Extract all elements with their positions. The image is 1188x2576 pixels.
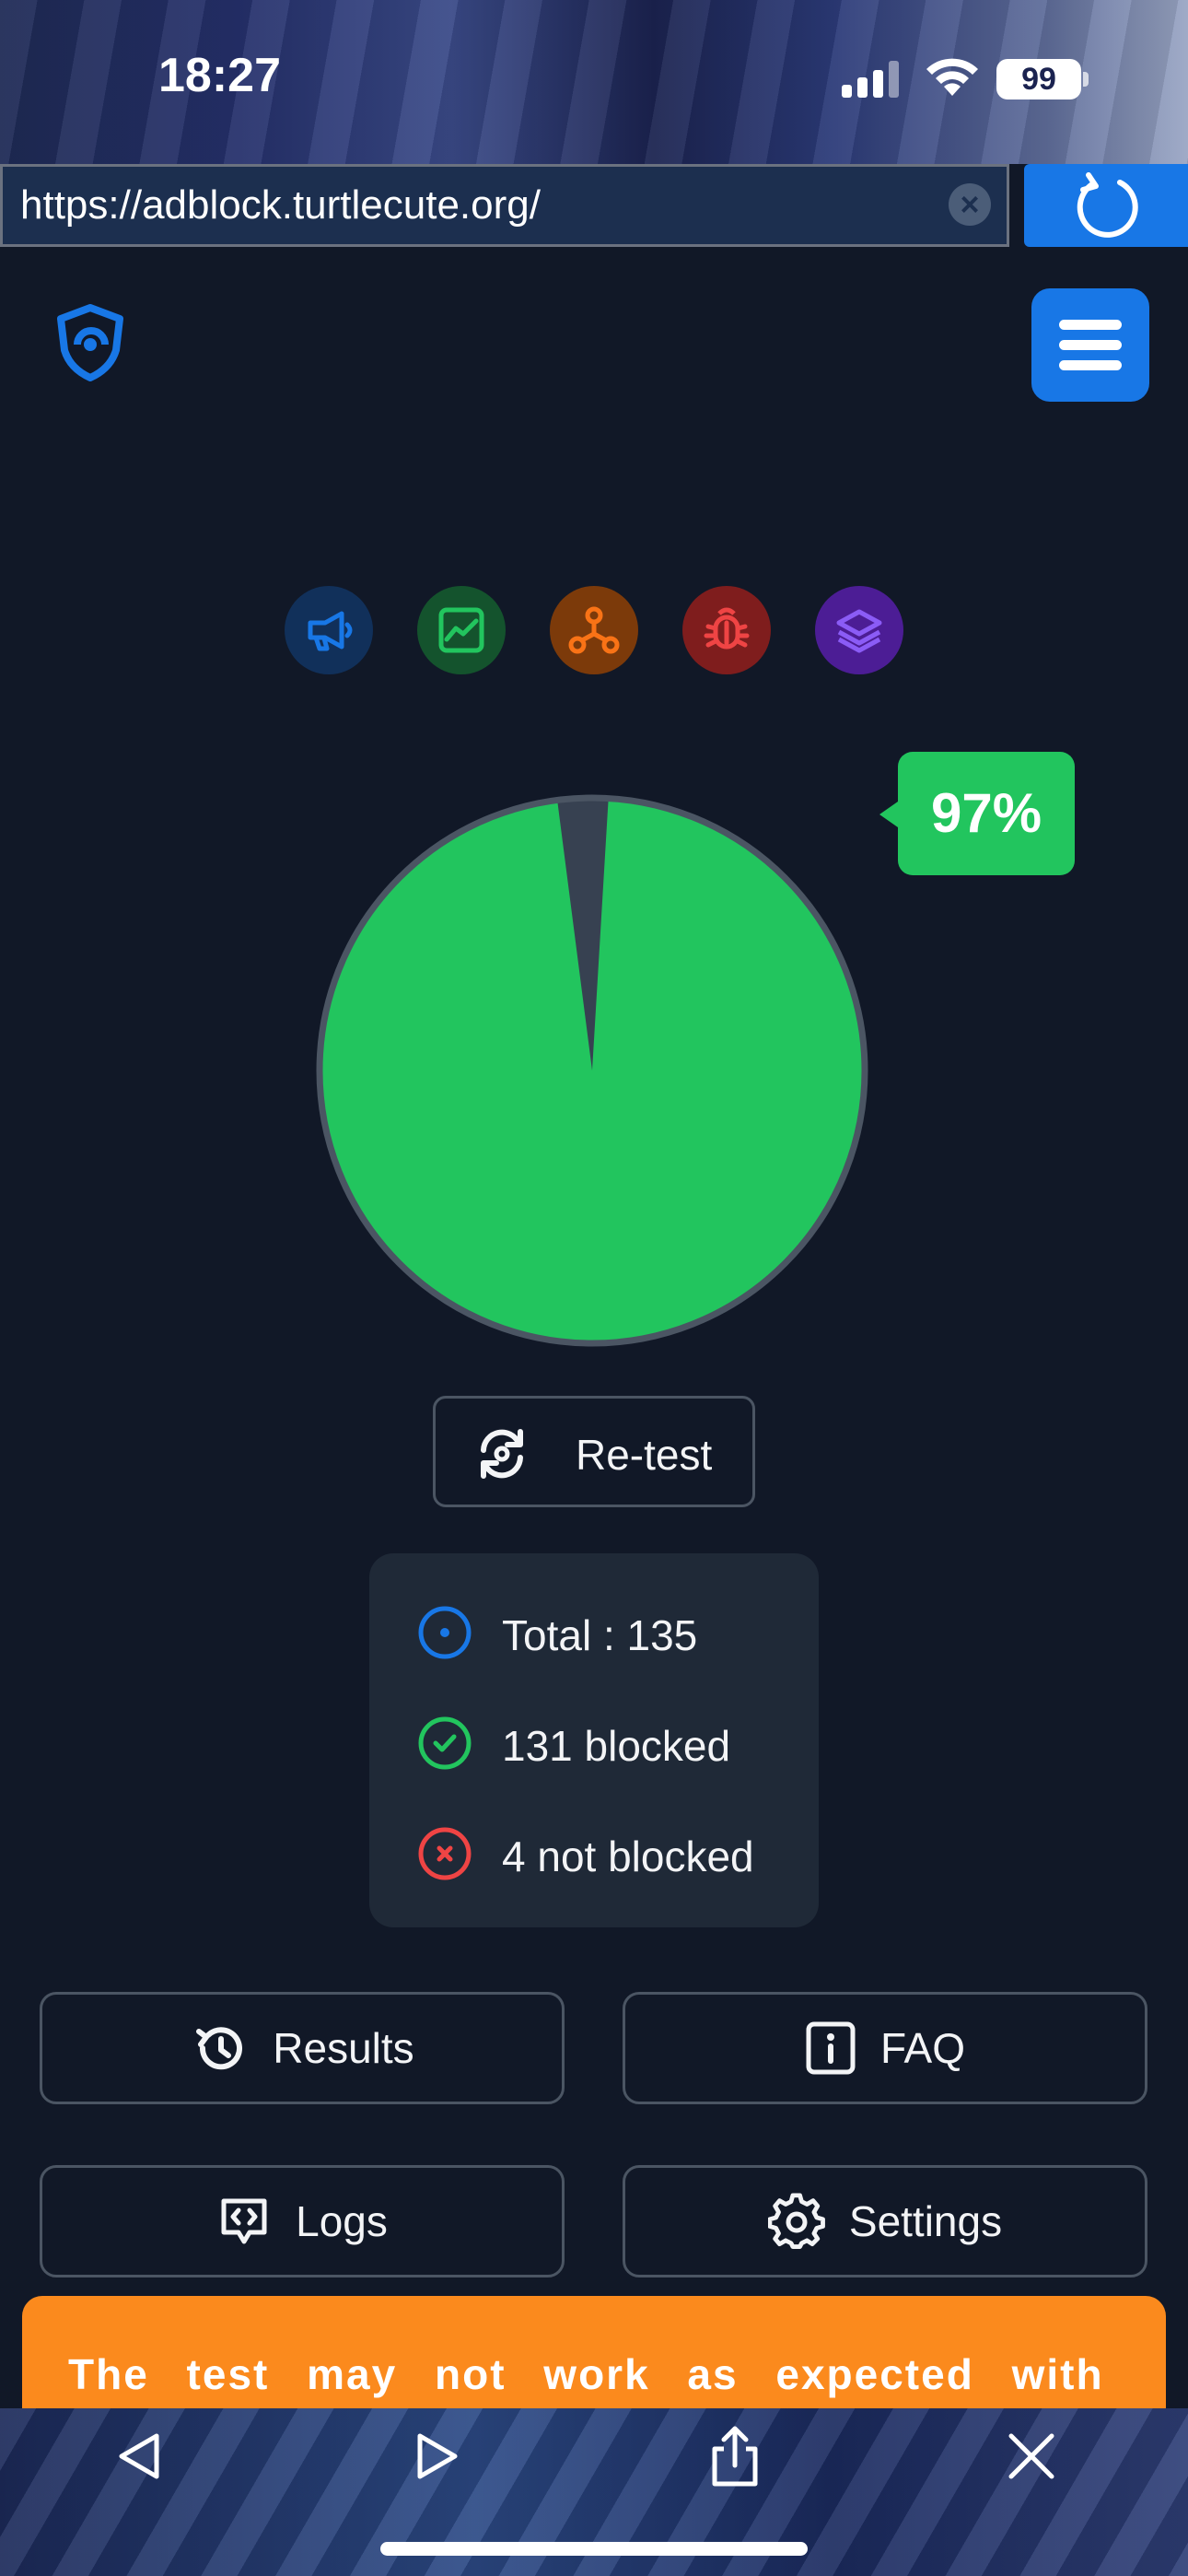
percent-badge-tip	[879, 802, 898, 827]
stat-not-blocked-label: 4 not blocked	[502, 1832, 754, 1880]
code-message-icon	[221, 2198, 267, 2244]
battery-icon: 99	[996, 59, 1081, 100]
stats-card: Total : 135 131 blocked 4 not blocked	[369, 1553, 819, 1927]
menu-line	[1059, 340, 1122, 350]
refresh-icon	[481, 1429, 523, 1479]
percent-badge: 97%	[898, 752, 1075, 875]
results-label: Results	[273, 2024, 414, 2072]
reload-button[interactable]	[1024, 164, 1188, 247]
clear-url-icon[interactable]: ×	[949, 183, 991, 226]
menu-button[interactable]	[1031, 288, 1149, 402]
target-icon	[418, 1606, 472, 1659]
faq-button[interactable]: FAQ	[623, 1992, 1147, 2104]
faq-label: FAQ	[879, 2024, 966, 2072]
category-error-monitoring[interactable]	[682, 586, 771, 674]
logs-button[interactable]: Logs	[40, 2165, 565, 2277]
network-icon	[568, 606, 620, 654]
home-indicator	[380, 2542, 808, 2556]
info-icon	[806, 2021, 856, 2075]
battery-tip	[1083, 72, 1089, 87]
chart-icon	[438, 607, 484, 653]
x-circle-icon	[418, 1827, 472, 1880]
category-analytics[interactable]	[417, 586, 506, 674]
check-circle-icon	[418, 1716, 472, 1770]
retest-button[interactable]: Re-test	[433, 1396, 755, 1507]
gear-icon	[767, 2193, 825, 2249]
status-time: 18:27	[158, 49, 281, 102]
results-button[interactable]: Results	[40, 1992, 565, 2104]
warning-text: The test may not work as expected with	[68, 2350, 1104, 2398]
site-logo-icon[interactable]	[55, 304, 125, 381]
history-icon	[196, 2027, 243, 2070]
share-icon[interactable]	[702, 2423, 768, 2489]
retest-label: Re-test	[576, 1431, 713, 1479]
wifi-icon	[926, 58, 978, 96]
back-icon[interactable]	[109, 2423, 175, 2489]
menu-line	[1059, 320, 1122, 330]
layers-icon	[836, 609, 882, 653]
url-text[interactable]: https://adblock.turtlecute.org/	[20, 182, 541, 228]
settings-label: Settings	[848, 2197, 1003, 2245]
stat-blocked-label: 131 blocked	[502, 1722, 731, 1770]
bug-icon	[704, 607, 750, 650]
megaphone-icon	[308, 611, 353, 651]
menu-line	[1059, 360, 1122, 370]
close-icon[interactable]	[998, 2423, 1065, 2489]
category-social[interactable]	[550, 586, 638, 674]
category-ads[interactable]	[285, 586, 373, 674]
stat-total-label: Total : 135	[502, 1611, 698, 1659]
cellular-signal-icon	[842, 61, 899, 98]
score-pie	[316, 794, 868, 1347]
reload-icon	[1077, 172, 1138, 238]
forward-icon[interactable]	[403, 2423, 470, 2489]
logs-label: Logs	[296, 2197, 388, 2245]
category-mix[interactable]	[815, 586, 903, 674]
settings-button[interactable]: Settings	[623, 2165, 1147, 2277]
